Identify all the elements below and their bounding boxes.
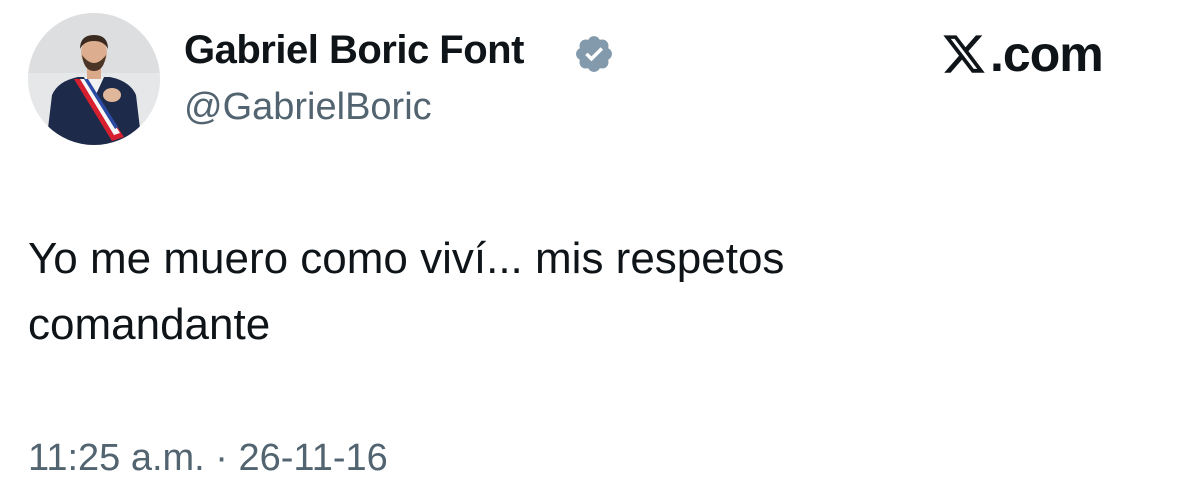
x-logo-icon [943, 35, 985, 73]
tweet-timestamp[interactable]: 11:25 a.m. · 26-11-16 [28, 437, 388, 480]
tweet-card: Gabriel Boric Font @GabrielBoric .com Yo… [0, 0, 1179, 498]
author-handle[interactable]: @GabrielBoric [184, 86, 432, 129]
author-display-name[interactable]: Gabriel Boric Font [184, 28, 524, 73]
brand-watermark: .com [940, 26, 1104, 82]
tweet-text: Yo me muero como viví... mis respetos co… [28, 234, 785, 349]
avatar[interactable] [28, 13, 160, 145]
avatar-image [28, 13, 160, 145]
verified-badge-icon [576, 36, 612, 72]
brand-text: .com [990, 26, 1104, 82]
